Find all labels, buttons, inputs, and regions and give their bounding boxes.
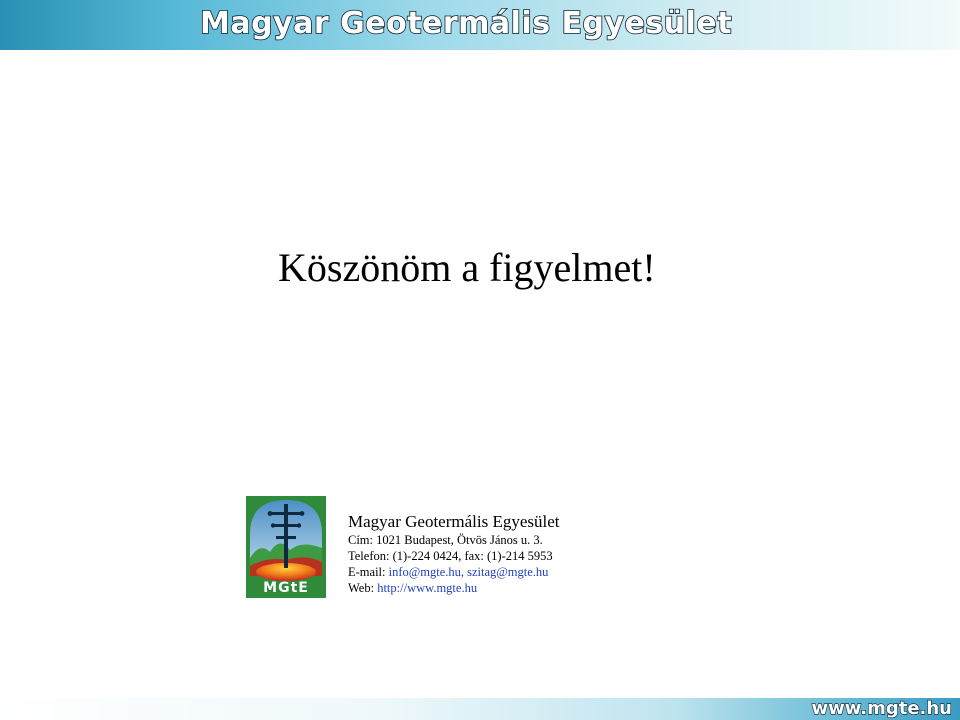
mgte-logo-graphic: MGtE xyxy=(246,496,326,598)
thank-you-heading: Köszönöm a figyelmet! xyxy=(278,245,656,290)
contact-block: Magyar Geotermális Egyesület Cím: 1021 B… xyxy=(348,512,560,596)
email-label: E-mail: xyxy=(348,565,386,579)
org-name: Magyar Geotermális Egyesület xyxy=(348,512,560,531)
footer-url[interactable]: www.mgte.hu xyxy=(811,697,953,720)
address-line: Cím: 1021 Budapest, Ötvös János u. 3. xyxy=(348,533,543,547)
phone-line: Telefon: (1)-224 0424, fax: (1)-214 5953 xyxy=(348,549,553,563)
bottom-banner: www.mgte.hu xyxy=(0,697,960,720)
mgte-logo: MGtE xyxy=(246,496,326,598)
web-link[interactable]: http://www.mgte.hu xyxy=(377,581,477,595)
top-banner: Magyar Geotermális Egyesület xyxy=(0,0,960,50)
logo-text: MGtE xyxy=(263,580,309,596)
banner-title: Magyar Geotermális Egyesület xyxy=(199,5,733,42)
email-link[interactable]: info@mgte.hu, szitag@mgte.hu xyxy=(389,565,549,579)
web-label: Web: xyxy=(348,581,375,595)
web-line: Web: http://www.mgte.hu xyxy=(348,580,560,596)
email-line: E-mail: info@mgte.hu, szitag@mgte.hu xyxy=(348,564,560,580)
